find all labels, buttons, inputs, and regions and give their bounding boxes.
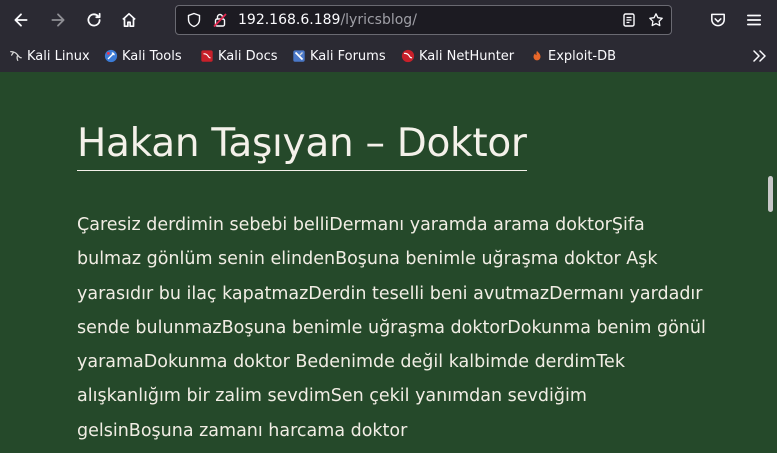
insecure-lock-icon[interactable] xyxy=(212,12,228,28)
home-icon xyxy=(122,12,136,28)
browser-toolbar: 192.168.6.189/lyricsblog/ xyxy=(0,0,777,40)
pocket-icon xyxy=(711,13,725,27)
bookmark-kali-linux[interactable]: Kali Linux xyxy=(9,47,90,65)
reload-icon xyxy=(87,12,101,27)
kali-dragon-icon xyxy=(10,51,22,61)
hamburger-menu-icon xyxy=(746,14,762,26)
url-text[interactable]: 192.168.6.189/lyricsblog/ xyxy=(238,12,417,28)
bookmark-label: Kali Docs xyxy=(218,48,278,64)
scrollbar-thumb[interactable] xyxy=(768,176,773,212)
reload-button[interactable] xyxy=(81,7,107,33)
shield-icon[interactable] xyxy=(186,12,202,28)
back-button[interactable] xyxy=(8,7,34,33)
star-bookmark-icon[interactable] xyxy=(648,12,664,28)
url-host: 192.168.6.189 xyxy=(238,12,341,28)
forward-button[interactable] xyxy=(45,7,71,33)
bookmark-label: Kali Tools xyxy=(122,48,182,64)
menu-button[interactable] xyxy=(741,7,767,33)
address-bar[interactable]: 192.168.6.189/lyricsblog/ xyxy=(175,5,672,35)
kali-forums-icon xyxy=(293,50,305,62)
kali-tools-icon xyxy=(104,49,118,63)
bookmark-kali-forums[interactable]: Kali Forums xyxy=(292,47,386,65)
reader-view-icon[interactable] xyxy=(621,12,637,28)
kali-docs-icon xyxy=(201,50,213,62)
kali-nethunter-icon xyxy=(401,49,415,63)
bookmark-exploit-db[interactable]: Exploit-DB xyxy=(530,47,616,65)
bookmark-kali-nethunter[interactable]: Kali NetHunter xyxy=(401,47,514,65)
post-body: Çaresiz derdimin sebebi belliDermanı yar… xyxy=(77,215,706,441)
arrow-right-icon xyxy=(51,13,65,27)
page-content: Hakan Taşıyan – Doktor Çaresiz derdimin … xyxy=(0,72,764,453)
post-title[interactable]: Hakan Taşıyan – Doktor xyxy=(77,118,527,171)
bookmark-label: Exploit-DB xyxy=(548,48,617,64)
bookmark-label: Kali Linux xyxy=(27,48,90,64)
bookmarks-toolbar: Kali Linux Kali Tools Kali Docs Kali For… xyxy=(0,40,777,72)
bookmark-label: Kali NetHunter xyxy=(419,48,515,64)
home-button[interactable] xyxy=(116,7,142,33)
vertical-scrollbar[interactable] xyxy=(764,72,777,453)
bookmark-kali-tools[interactable]: Kali Tools xyxy=(104,47,182,65)
url-path: /lyricsblog/ xyxy=(340,12,417,28)
arrow-left-icon xyxy=(14,13,28,27)
bookmark-kali-docs[interactable]: Kali Docs xyxy=(200,47,278,65)
exploit-db-icon xyxy=(533,50,541,61)
chevron-double-right-icon[interactable] xyxy=(751,48,767,64)
pocket-button[interactable] xyxy=(705,7,731,33)
bookmark-label: Kali Forums xyxy=(310,48,386,64)
